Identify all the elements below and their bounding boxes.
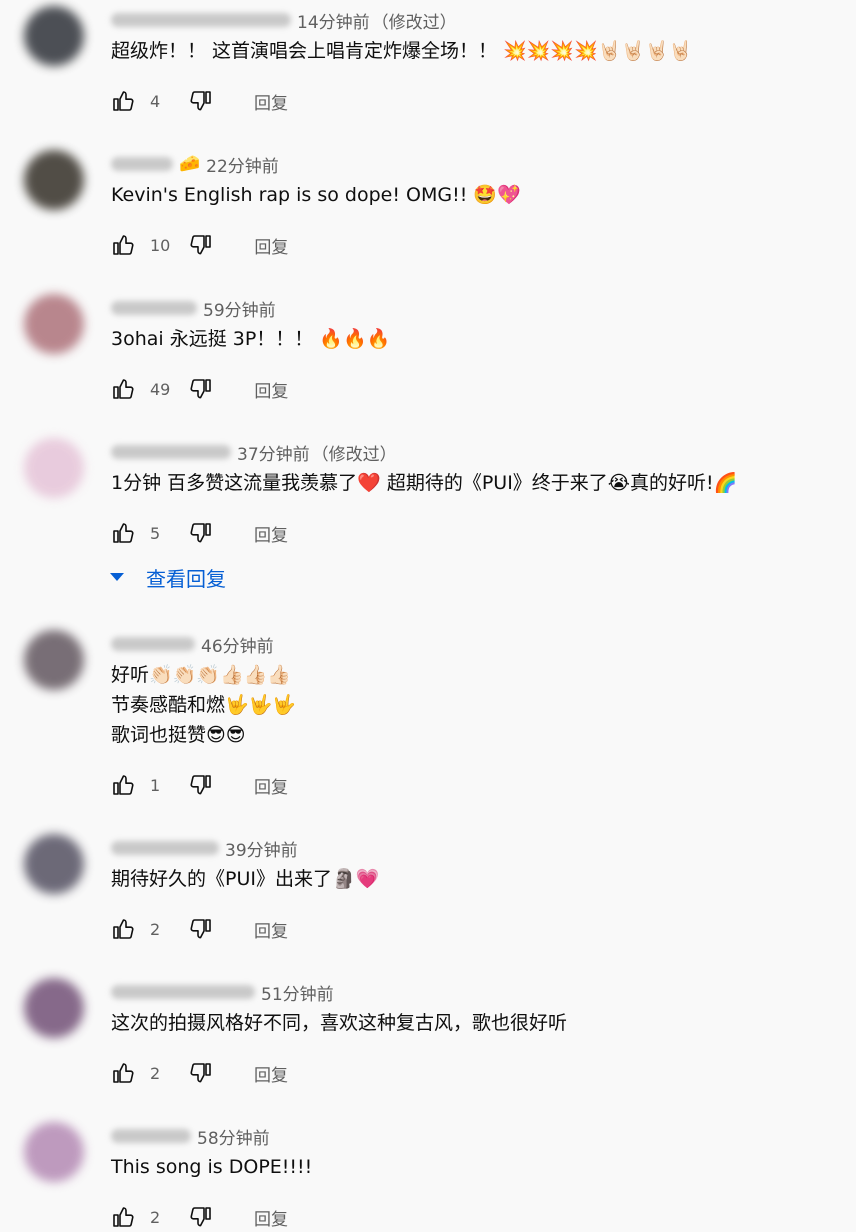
comment-time[interactable]: 14分钟前 xyxy=(297,8,370,33)
thumbs-down-icon[interactable] xyxy=(188,88,214,114)
reply-button[interactable]: 回复 xyxy=(254,233,288,258)
thumbs-up-icon[interactable] xyxy=(110,520,136,546)
like-count: 10 xyxy=(150,235,171,255)
comment-actions: 1 回复 xyxy=(110,770,288,800)
comment-header: 14分钟前 （修改过） xyxy=(111,8,457,33)
thumbs-down-icon[interactable] xyxy=(188,916,214,942)
author-name[interactable] xyxy=(111,445,231,459)
member-badge-icon: 🧀 xyxy=(179,154,201,174)
reply-button[interactable]: 回复 xyxy=(254,377,288,402)
like-count: 49 xyxy=(150,379,171,399)
thumbs-down-icon[interactable] xyxy=(188,1204,214,1230)
comment-text: Kevin's English rap is so dope! OMG!! 🤩💖 xyxy=(111,184,521,206)
comment-time[interactable]: 22分钟前 xyxy=(206,152,279,177)
caret-down-icon xyxy=(110,573,124,581)
thumbs-up-icon[interactable] xyxy=(110,916,136,942)
thumbs-up-icon[interactable] xyxy=(110,232,136,258)
author-name[interactable] xyxy=(111,301,197,315)
author-name[interactable] xyxy=(111,157,173,171)
avatar[interactable] xyxy=(24,6,84,66)
comment-text: 好听👏🏻👏🏻👏🏻👍🏻👍🏻👍🏻 节奏感酷和燃🤟🤟🤟 歌词也挺赞😎😎 xyxy=(111,664,296,746)
comment-actions: 4 回复 xyxy=(110,86,288,116)
like-count: 4 xyxy=(150,91,161,111)
reply-button[interactable]: 回复 xyxy=(254,773,288,798)
view-replies-button[interactable]: 查看回复 xyxy=(108,562,226,592)
avatar[interactable] xyxy=(24,978,84,1038)
thumbs-up-icon[interactable] xyxy=(110,1204,136,1230)
reply-button[interactable]: 回复 xyxy=(254,521,288,546)
comment-actions: 2 回复 xyxy=(110,914,288,944)
comment-time[interactable]: 51分钟前 xyxy=(261,980,334,1005)
thumbs-up-icon[interactable] xyxy=(110,1060,136,1086)
comment-text: This song is DOPE!!!! xyxy=(111,1156,313,1178)
thumbs-up-icon[interactable] xyxy=(110,88,136,114)
author-name[interactable] xyxy=(111,637,195,651)
comment-text: 超级炸！！ 这首演唱会上唱肯定炸爆全场！！ 💥💥💥💥🤘🏻🤘🏻🤘🏻🤘🏻 xyxy=(111,40,693,62)
view-replies-label: 查看回复 xyxy=(146,566,226,591)
comment-actions: 10 回复 xyxy=(110,230,288,260)
comment-header: 37分钟前 （修改过） xyxy=(111,440,397,465)
thumbs-up-icon[interactable] xyxy=(110,376,136,402)
comment-actions: 2 回复 xyxy=(110,1058,288,1088)
author-name[interactable] xyxy=(111,841,219,855)
reply-button[interactable]: 回复 xyxy=(254,89,288,114)
comment-text: 1分钟 百多赞这流量我羡慕了❤️ 超期待的《PUI》终于来了😭真的好听!🌈 xyxy=(111,472,738,494)
comment-time[interactable]: 37分钟前 xyxy=(237,440,310,465)
thumbs-down-icon[interactable] xyxy=(188,1060,214,1086)
like-count: 2 xyxy=(150,919,161,939)
thumbs-down-icon[interactable] xyxy=(188,232,214,258)
thumbs-down-icon[interactable] xyxy=(188,772,214,798)
reply-button[interactable]: 回复 xyxy=(254,917,288,942)
thumbs-down-icon[interactable] xyxy=(188,376,214,402)
comment-header: 🧀 22分钟前 xyxy=(111,152,279,177)
author-name[interactable] xyxy=(111,1129,191,1143)
comment-header: 39分钟前 xyxy=(111,836,298,861)
comment-time[interactable]: 39分钟前 xyxy=(225,836,298,861)
avatar[interactable] xyxy=(24,834,84,894)
avatar[interactable] xyxy=(24,294,84,354)
avatar[interactable] xyxy=(24,438,84,498)
comment-text: 期待好久的《PUI》出来了🗿💗 xyxy=(111,868,380,890)
edited-label: （修改过） xyxy=(311,444,397,465)
comment-time[interactable]: 59分钟前 xyxy=(203,296,276,321)
reply-button[interactable]: 回复 xyxy=(254,1205,288,1230)
thumbs-up-icon[interactable] xyxy=(110,772,136,798)
comment-header: 46分钟前 xyxy=(111,632,274,657)
comment-header: 51分钟前 xyxy=(111,980,334,1005)
comment-text: 3ohai 永远挺 3P！！！ 🔥🔥🔥 xyxy=(111,328,391,350)
reply-button[interactable]: 回复 xyxy=(254,1061,288,1086)
comment-header: 58分钟前 xyxy=(111,1124,270,1149)
edited-label: （修改过） xyxy=(371,12,457,33)
like-count: 2 xyxy=(150,1063,161,1083)
avatar[interactable] xyxy=(24,1122,84,1182)
comment-text: 这次的拍摄风格好不同，喜欢这种复古风，歌也很好听 xyxy=(111,1012,568,1034)
author-name[interactable] xyxy=(111,13,291,27)
like-count: 1 xyxy=(150,775,161,795)
like-count: 5 xyxy=(150,523,161,543)
avatar[interactable] xyxy=(24,630,84,690)
avatar[interactable] xyxy=(24,150,84,210)
comment-time[interactable]: 46分钟前 xyxy=(201,632,274,657)
comment-actions: 49 回复 xyxy=(110,374,288,404)
comment-actions: 5 回复 xyxy=(110,518,288,548)
author-name[interactable] xyxy=(111,985,255,999)
like-count: 2 xyxy=(150,1207,161,1227)
thumbs-down-icon[interactable] xyxy=(188,520,214,546)
comment-time[interactable]: 58分钟前 xyxy=(197,1124,270,1149)
comment-header: 59分钟前 xyxy=(111,296,276,321)
